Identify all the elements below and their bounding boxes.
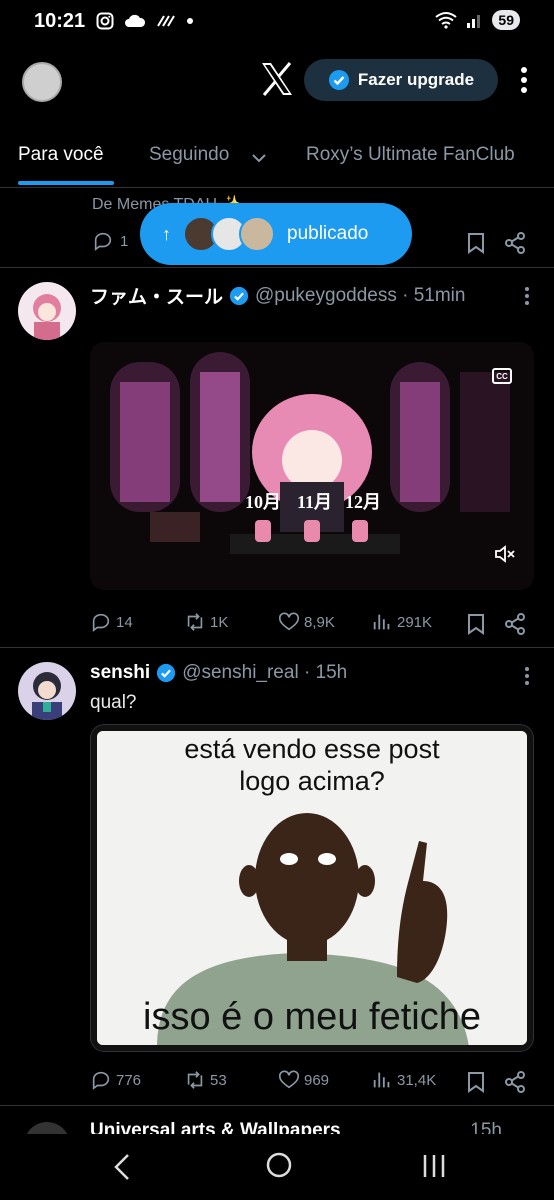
captions-button[interactable]: CC — [492, 368, 512, 384]
bookmark-icon[interactable] — [466, 613, 486, 635]
upgrade-button[interactable]: Fazer upgrade — [304, 59, 498, 101]
top-header: Fazer upgrade — [0, 52, 554, 112]
share-icon[interactable] — [504, 232, 526, 254]
verified-badge-icon — [157, 663, 176, 683]
bookmark-icon[interactable] — [466, 232, 486, 254]
tweet[interactable]: ファム・スール @pukeygoddess · 51min 10月 11月 12… — [0, 268, 554, 648]
tweet-header: ファム・スール @pukeygoddess · 51min — [90, 282, 465, 309]
video-thumbnail — [90, 342, 534, 590]
tweet-text: qual? — [90, 692, 137, 713]
author-handle[interactable]: @pukeygoddess · 51min — [255, 285, 465, 307]
reply-icon — [92, 1071, 110, 1090]
status-bar: 10:21 59 — [0, 0, 554, 44]
repost-action[interactable]: 53 — [184, 1069, 227, 1091]
video-player[interactable]: 10月 11月 12月 CC — [90, 342, 534, 590]
avatar[interactable] — [18, 662, 76, 720]
meme-image[interactable]: está vendo esse post logo acima? isso é … — [90, 724, 534, 1052]
meme-bottom-text: isso é o meu fetiche — [143, 996, 481, 1038]
mute-icon[interactable] — [494, 544, 516, 564]
tweet-image[interactable]: está vendo esse post logo acima? isso é … — [90, 724, 534, 1052]
more-icon[interactable] — [524, 666, 530, 686]
tab-following[interactable]: Seguindo — [149, 144, 229, 166]
heart-icon — [279, 612, 299, 631]
pill-avatar — [239, 216, 275, 252]
views-icon — [373, 614, 390, 630]
signal-icon — [467, 15, 481, 28]
repost-count: 1K — [210, 613, 229, 631]
system-icons: 59 — [434, 10, 520, 30]
wifi-icon — [435, 12, 458, 29]
verified-badge-icon — [229, 286, 249, 305]
like-count: 969 — [304, 1071, 330, 1089]
author-name[interactable]: senshi — [90, 662, 150, 684]
reply-count: 1 — [120, 232, 129, 250]
like-action[interactable]: 969 — [278, 1069, 329, 1091]
profile-avatar[interactable] — [22, 62, 62, 102]
x-logo-icon — [262, 62, 292, 96]
reply-count: 776 — [116, 1071, 142, 1089]
author-name[interactable]: ファム・スール — [90, 282, 223, 309]
date-label: 12月 — [345, 492, 381, 512]
meme-content: está vendo esse post logo acima? isso é … — [97, 731, 527, 1045]
views-action[interactable]: 31,4K — [371, 1069, 436, 1091]
like-action[interactable]: 8,9K — [278, 611, 335, 633]
share-icon[interactable] — [504, 613, 526, 635]
views-action[interactable]: 291K — [371, 611, 432, 633]
views-count: 291K — [397, 613, 433, 631]
tweet[interactable]: senshi @senshi_real · 15h qual? está ven… — [0, 648, 554, 1106]
active-tab-indicator — [18, 181, 114, 185]
back-icon[interactable] — [110, 1152, 134, 1182]
reply-action[interactable]: 14 — [90, 611, 133, 633]
data-saver-icon — [157, 15, 175, 27]
tweet-actions: 14 1K 8,9K 291K — [90, 611, 534, 637]
reply-icon — [94, 232, 112, 251]
date-label: 11月 — [297, 492, 333, 512]
new-posts-pill[interactable]: ↑ publicado — [140, 203, 412, 265]
like-count: 8,9K — [304, 613, 335, 631]
tweet-header: senshi @senshi_real · 15h — [90, 662, 347, 684]
author-handle[interactable]: @senshi_real · 15h — [182, 662, 347, 684]
arrow-up-icon: ↑ — [162, 223, 171, 244]
recents-icon[interactable] — [420, 1152, 448, 1180]
repost-icon — [187, 613, 203, 631]
video-frame[interactable]: 10月 11月 12月 CC — [90, 342, 534, 590]
tab-for-you[interactable]: Para você — [18, 144, 104, 166]
posted-label: publicado — [287, 223, 369, 244]
views-count: 31,4K — [397, 1071, 437, 1089]
dot-icon — [187, 18, 193, 24]
reply-icon — [92, 613, 110, 632]
more-options-icon[interactable] — [520, 66, 528, 94]
cloud-icon — [125, 14, 146, 27]
instagram-icon — [96, 12, 114, 30]
battery-indicator: 59 — [492, 10, 520, 30]
reply-action[interactable]: 776 — [90, 1069, 141, 1091]
meme-top-text: está vendo esse post logo acima? — [184, 734, 440, 796]
more-icon[interactable] — [524, 286, 530, 306]
clock: 10:21 — [34, 10, 86, 32]
share-icon[interactable] — [504, 1071, 526, 1093]
tweet-actions: 776 53 969 31,4K — [90, 1069, 534, 1095]
tab-roxy-fanclub[interactable]: Roxy’s Ultimate FanClub — [306, 144, 515, 166]
heart-icon — [279, 1070, 299, 1089]
chevron-down-icon[interactable] — [251, 152, 267, 164]
reply-action[interactable]: 1 — [92, 230, 128, 252]
views-icon — [373, 1072, 390, 1088]
verified-badge-icon — [328, 70, 349, 90]
upgrade-label: Fazer upgrade — [357, 70, 475, 89]
repost-count: 53 — [210, 1071, 227, 1089]
reply-count: 14 — [116, 613, 133, 631]
bookmark-icon[interactable] — [466, 1071, 486, 1093]
system-nav-bar — [0, 1134, 554, 1200]
home-icon[interactable] — [264, 1150, 294, 1180]
notification-icons — [96, 12, 194, 30]
feed-tabs: Para você Seguindo Roxy’s Ultimate FanCl… — [0, 132, 554, 188]
date-label: 10月 — [245, 492, 281, 512]
repost-icon — [187, 1071, 203, 1089]
avatar[interactable] — [18, 282, 76, 340]
repost-action[interactable]: 1K — [184, 611, 228, 633]
